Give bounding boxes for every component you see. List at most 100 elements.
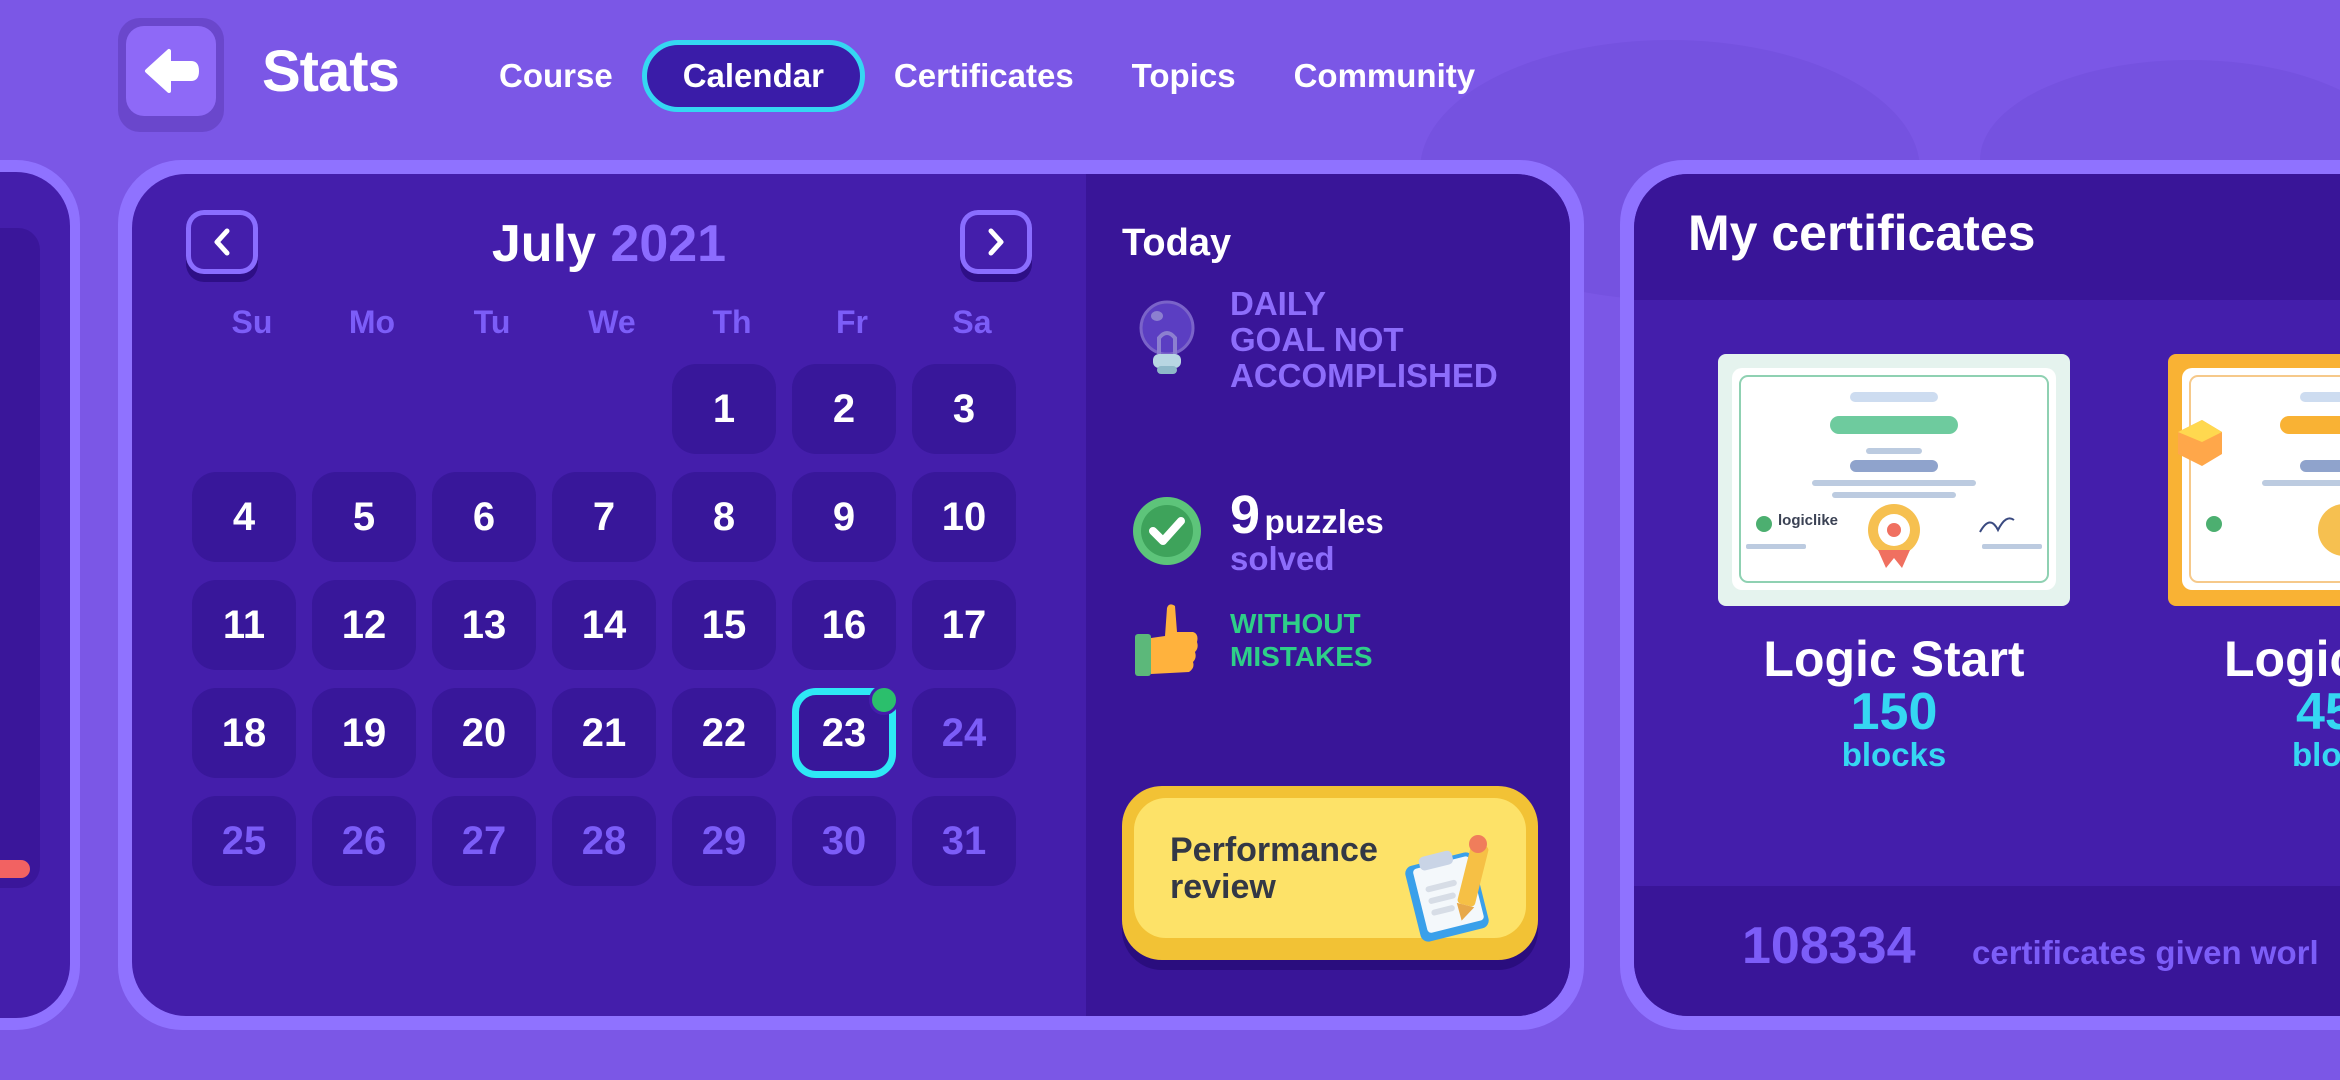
without-mistakes-text: WITHOUT MISTAKES xyxy=(1230,607,1373,673)
total-certificates-count: 108334 xyxy=(1742,917,1916,975)
day-number: 1 xyxy=(712,386,736,431)
weekday-label: Fr xyxy=(836,304,868,340)
certificates-header: My certificates xyxy=(1634,174,2340,300)
lightbulb-icon xyxy=(1139,300,1195,374)
puzzles-sub-label: solved xyxy=(1230,540,1335,577)
calendar-day[interactable]: 11 xyxy=(192,580,296,670)
calendar-day[interactable]: 15 xyxy=(672,580,776,670)
certificates-title: My certificates xyxy=(1688,205,2036,261)
certificate-illustration xyxy=(1732,368,2056,590)
calendar-day[interactable]: 26 xyxy=(312,796,416,886)
tab-course[interactable]: Course xyxy=(470,40,642,112)
calendar-day[interactable]: 22 xyxy=(672,688,776,778)
calendar-day[interactable]: 6 xyxy=(432,472,536,562)
certificate-name: Logic Start xyxy=(1763,631,2025,687)
day-number: 22 xyxy=(701,710,747,755)
calendar-panel: July 2021 Su Mo Tu We Th Fr Sa 123456789… xyxy=(132,174,1570,1016)
certificate-unit: blocks xyxy=(1841,736,1947,773)
calendar-day[interactable]: 16 xyxy=(792,580,896,670)
day-number: 20 xyxy=(461,710,507,755)
calendar-day-today[interactable]: 23 xyxy=(792,685,899,778)
tab-topics[interactable]: Topics xyxy=(1103,40,1265,112)
certificate-image xyxy=(2168,354,2340,606)
calendar-day[interactable]: 30 xyxy=(792,796,896,886)
progress-bar xyxy=(0,860,30,878)
without-mistakes-stat: WITHOUT MISTAKES xyxy=(1122,602,1373,678)
year-label: 2021 xyxy=(610,215,727,273)
calendar-day[interactable]: 13 xyxy=(432,580,536,670)
day-number: 12 xyxy=(341,602,387,647)
mistakes-line: WITHOUT xyxy=(1230,608,1361,639)
calendar-day[interactable]: 1 xyxy=(672,364,776,454)
certificate-card[interactable]: Logic 45 blo xyxy=(2168,354,2340,774)
calendar-day[interactable]: 2 xyxy=(792,364,896,454)
thumbs-up-icon xyxy=(1135,604,1198,676)
tab-bar: Course Calendar Certificates Topics Comm… xyxy=(470,40,1504,112)
next-month-button[interactable] xyxy=(960,210,1032,282)
label-line: review xyxy=(1170,868,1276,906)
day-number: 16 xyxy=(821,602,867,647)
mistakes-line: MISTAKES xyxy=(1230,641,1373,672)
activity-dot xyxy=(869,685,899,715)
daily-goal-status: DAILY GOAL NOT ACCOMPLISHED xyxy=(1122,286,1498,394)
month-label: July xyxy=(491,215,596,273)
calendar-day[interactable]: 20 xyxy=(432,688,536,778)
day-number: 8 xyxy=(712,494,736,539)
day-number: 27 xyxy=(461,818,507,863)
certificate-block-count: 45 xyxy=(2296,683,2340,741)
tab-certificates[interactable]: Certificates xyxy=(865,40,1103,112)
calendar-grid: 1 2 3 4 5 6 7 8 9 10 11 12 13 14 15 16 17 18 19 20 21 22 23 24 2… xyxy=(192,364,1016,886)
tab-calendar[interactable]: Calendar xyxy=(641,40,865,112)
calendar-day[interactable]: 31 xyxy=(912,796,1016,886)
calendar-blank-cell xyxy=(552,364,656,454)
day-number: 21 xyxy=(581,710,627,755)
day-number: 28 xyxy=(581,818,627,863)
back-button[interactable] xyxy=(118,18,224,132)
calendar-day[interactable]: 18 xyxy=(192,688,296,778)
performance-review-button[interactable]: Performance review xyxy=(1122,786,1538,970)
calendar-day[interactable]: 3 xyxy=(912,364,1016,454)
certificate-card[interactable]: logiclike Logic Start 150 blocks xyxy=(1718,354,2070,774)
chevron-right-icon xyxy=(988,228,1004,256)
calendar-day[interactable]: 5 xyxy=(312,472,416,562)
calendar-day[interactable]: 25 xyxy=(192,796,296,886)
weekday-label: Tu xyxy=(473,304,511,340)
tab-community[interactable]: Community xyxy=(1265,40,1505,112)
day-number: 26 xyxy=(341,818,387,863)
certificate-name: Logic xyxy=(2224,631,2340,687)
calendar-day[interactable]: 9 xyxy=(792,472,896,562)
day-number: 9 xyxy=(832,494,856,539)
day-number: 31 xyxy=(941,818,987,863)
day-number: 24 xyxy=(941,710,987,755)
calendar-day[interactable]: 7 xyxy=(552,472,656,562)
day-number: 15 xyxy=(701,602,747,647)
day-number: 14 xyxy=(581,602,627,647)
weekday-header: Su Mo Tu We Th Fr Sa xyxy=(192,304,1032,341)
day-number: 10 xyxy=(941,494,987,539)
arrow-left-icon xyxy=(145,49,199,93)
calendar-day[interactable]: 14 xyxy=(552,580,656,670)
calendar-day[interactable]: 19 xyxy=(312,688,416,778)
calendar-day[interactable]: 12 xyxy=(312,580,416,670)
calendar-day[interactable]: 28 xyxy=(552,796,656,886)
calendar-day[interactable]: 21 xyxy=(552,688,656,778)
label-line: Performance xyxy=(1170,831,1378,869)
puzzles-label: puzzles xyxy=(1264,503,1384,540)
calendar-day[interactable]: 24 xyxy=(912,688,1016,778)
calendar-day[interactable]: 27 xyxy=(432,796,536,886)
certificate-unit: blo xyxy=(2292,736,2340,773)
calendar-day[interactable]: 8 xyxy=(672,472,776,562)
calendar-day[interactable]: 29 xyxy=(672,796,776,886)
calendar-day[interactable]: 17 xyxy=(912,580,1016,670)
day-number: 7 xyxy=(592,494,616,539)
calendar-day[interactable]: 10 xyxy=(912,472,1016,562)
weekday-label: We xyxy=(588,304,636,340)
goal-line: DAILY xyxy=(1230,285,1326,322)
day-number: 6 xyxy=(472,494,496,539)
month-year-title: July 2021 xyxy=(132,214,1086,274)
day-number: 30 xyxy=(821,818,867,863)
check-circle-icon xyxy=(1133,497,1201,565)
goal-line: ACCOMPLISHED xyxy=(1230,357,1498,394)
goal-status-text: DAILY GOAL NOT ACCOMPLISHED xyxy=(1230,286,1498,394)
calendar-day[interactable]: 4 xyxy=(192,472,296,562)
